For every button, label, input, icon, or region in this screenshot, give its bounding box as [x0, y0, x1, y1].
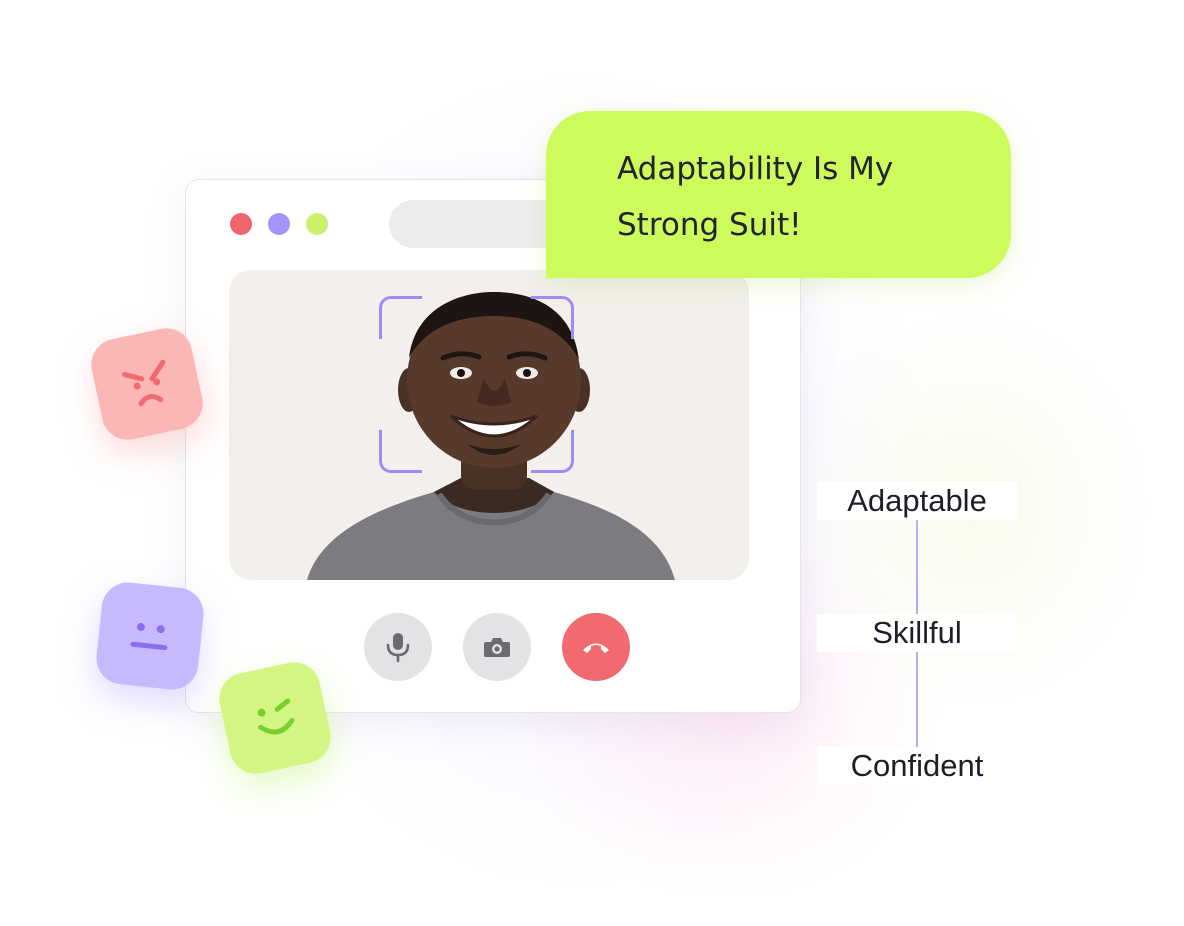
face-frame-corner-bottom-left: [379, 430, 422, 473]
window-maximize-dot[interactable]: [306, 213, 328, 235]
trait-label-adaptable: Adaptable: [817, 482, 1017, 520]
neutral-emotion-tile: [93, 579, 207, 693]
wink-emotion-tile: [214, 657, 336, 779]
window-close-dot[interactable]: [230, 213, 252, 235]
speech-bubble-line-1: Adaptability Is My: [617, 151, 894, 187]
participant-photo: [307, 292, 675, 580]
angry-face-icon: [122, 359, 166, 407]
neutral-face-icon: [130, 622, 168, 651]
winking-face-icon: [257, 698, 295, 735]
camera-button[interactable]: [463, 613, 531, 681]
phone-hangup-icon: [583, 643, 609, 653]
speech-bubble: Adaptability Is My Strong Suit!: [546, 111, 1011, 278]
speech-bubble-text: Adaptability Is My Strong Suit!: [617, 141, 977, 253]
end-call-button[interactable]: [562, 613, 630, 681]
face-frame-corner-top-left: [379, 296, 422, 339]
microphone-icon: [386, 633, 410, 663]
video-feed: [229, 270, 749, 580]
camera-icon: [484, 638, 510, 657]
speech-bubble-line-2: Strong Suit!: [617, 207, 802, 243]
face-frame-corner-bottom-right: [531, 430, 574, 473]
trait-label-skillful: Skillful: [817, 614, 1017, 652]
microphone-button[interactable]: [364, 613, 432, 681]
face-frame-corner-top-right: [531, 296, 574, 339]
window-minimize-dot[interactable]: [268, 213, 290, 235]
trait-label-confident: Confident: [817, 747, 1017, 785]
